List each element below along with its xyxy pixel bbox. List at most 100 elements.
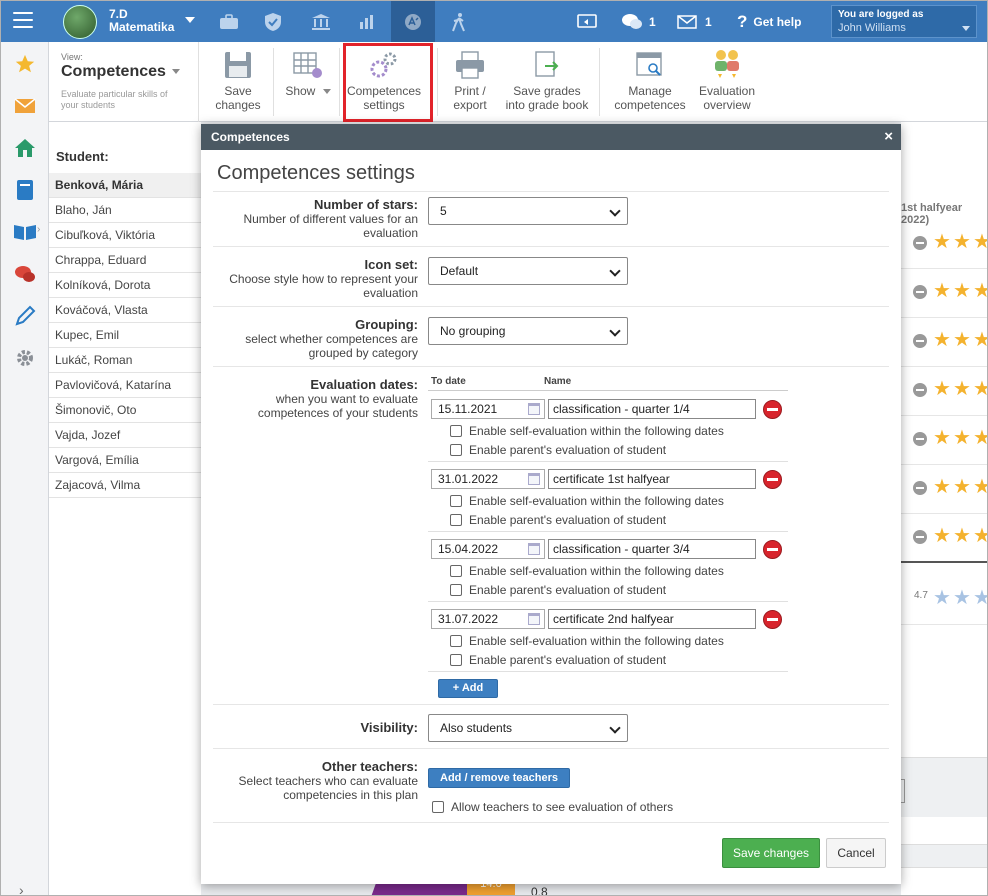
rating-row[interactable]: ★★★ xyxy=(901,270,987,318)
date-field[interactable]: 31.07.2022 xyxy=(431,609,545,629)
calendar-icon[interactable] xyxy=(528,543,540,555)
gear-icon[interactable] xyxy=(13,346,37,370)
delete-icon[interactable] xyxy=(763,470,782,489)
get-help-button[interactable]: ? Get help xyxy=(737,1,801,42)
student-item[interactable]: Šimonovič, Oto xyxy=(49,398,201,423)
date-name-field[interactable]: classification - quarter 1/4 xyxy=(548,399,756,419)
class-selector[interactable]: 7.D Matematika xyxy=(109,8,174,34)
rating-row[interactable]: ★★★ xyxy=(901,466,987,514)
menu-icon[interactable] xyxy=(13,12,33,28)
view-label: View: xyxy=(61,52,83,62)
minus-icon xyxy=(913,334,927,348)
mail-button[interactable]: 1 xyxy=(677,1,712,42)
stars-label: Number of stars: Number of different val… xyxy=(243,197,418,240)
add-remove-teachers-button[interactable]: Add / remove teachers xyxy=(428,768,570,788)
expand-nav-icon[interactable]: › xyxy=(19,882,24,895)
chevron-down-icon[interactable] xyxy=(185,17,195,23)
star-icon: ★ xyxy=(933,231,951,253)
mail-icon[interactable] xyxy=(13,94,37,118)
dates-label: Evaluation dates: when you want to evalu… xyxy=(257,377,418,420)
user-menu[interactable]: You are logged as John Williams xyxy=(831,5,977,38)
competences-settings-dialog: Competences × Competences settings Numbe… xyxy=(201,124,901,884)
dialog-header: Competences × xyxy=(201,124,901,150)
grid-control[interactable] xyxy=(901,779,905,803)
date-name-field[interactable]: classification - quarter 3/4 xyxy=(548,539,756,559)
institution-icon[interactable] xyxy=(299,1,343,42)
student-item[interactable]: Blaho, Ján xyxy=(49,198,201,223)
save-changes-button[interactable]: Save changes xyxy=(722,838,820,868)
student-item[interactable]: Cibuľková, Viktória xyxy=(49,223,201,248)
bar-chart-icon[interactable] xyxy=(345,1,389,42)
class-avatar[interactable] xyxy=(63,5,97,39)
rating-row[interactable]: ★★★ xyxy=(901,319,987,367)
notebook-icon[interactable] xyxy=(13,178,37,202)
date-field[interactable]: 15.04.2022 xyxy=(431,539,545,559)
star-icon: ★ xyxy=(973,588,987,608)
calendar-icon[interactable] xyxy=(528,403,540,415)
delete-icon[interactable] xyxy=(763,610,782,629)
date-name-field[interactable]: certificate 2nd halfyear xyxy=(548,609,756,629)
stars-select[interactable]: 5 xyxy=(428,197,628,225)
favorites-star-icon[interactable] xyxy=(13,52,37,76)
date-field[interactable]: 15.11.2021 xyxy=(431,399,545,419)
col-name: Name xyxy=(544,376,572,387)
rating-row[interactable]: ★★★ xyxy=(901,221,987,269)
add-date-button[interactable]: + Add xyxy=(438,679,498,698)
delete-icon[interactable] xyxy=(763,540,782,559)
star-icon: ★ xyxy=(973,428,987,448)
rating-row[interactable]: ★★★ xyxy=(901,368,987,416)
grouping-select[interactable]: No grouping xyxy=(428,317,628,345)
view-selector[interactable]: View: Competences Evaluate particular sk… xyxy=(49,42,199,122)
walking-person-icon[interactable] xyxy=(437,1,481,42)
student-item[interactable]: Pavlovičová, Katarína xyxy=(49,373,201,398)
home-icon[interactable] xyxy=(13,136,37,160)
minus-icon xyxy=(913,383,927,397)
student-item[interactable]: Lukáč, Roman xyxy=(49,348,201,373)
save-grades-tool[interactable]: Save grades into grade book xyxy=(501,42,593,122)
pencil-icon[interactable] xyxy=(13,304,37,328)
floppy-disk-icon xyxy=(209,42,267,80)
screen-share-button[interactable] xyxy=(577,1,597,42)
date-row: 15.11.2021 classification - quarter 1/4 … xyxy=(428,392,788,462)
shield-icon[interactable] xyxy=(251,1,295,42)
iconset-select[interactable]: Default xyxy=(428,257,628,285)
people-icon xyxy=(695,42,759,80)
student-item[interactable]: Vajda, Jozef xyxy=(49,423,201,448)
student-item[interactable]: Zajacová, Vilma xyxy=(49,473,201,498)
delete-icon[interactable] xyxy=(763,400,782,419)
date-row: 15.04.2022 classification - quarter 3/4 … xyxy=(428,532,788,602)
app-window: 7.D Matematika 1 1 ? Get help You are lo… xyxy=(0,0,988,896)
manage-competences-tool[interactable]: Manage competences xyxy=(609,42,691,122)
minus-icon xyxy=(913,285,927,299)
evaluation-grid-peek: 1st halfyear2022) ★★★ ★★★ ★★★ ★★★ ★★★ ★★… xyxy=(901,122,987,895)
student-item[interactable]: Kováčová, Vlasta xyxy=(49,298,201,323)
visibility-select[interactable]: Also students xyxy=(428,714,628,742)
star-icon: ★ xyxy=(933,378,951,400)
competences-tab-icon[interactable] xyxy=(391,1,435,42)
close-icon[interactable]: × xyxy=(884,124,893,150)
star-icon: ★ xyxy=(953,378,971,400)
cancel-button[interactable]: Cancel xyxy=(826,838,886,868)
student-item[interactable]: Kolníková, Dorota xyxy=(49,273,201,298)
save-changes-tool[interactable]: Save changes xyxy=(209,42,267,122)
student-item[interactable]: Benková, Mária xyxy=(49,173,201,198)
print-export-tool[interactable]: Print / export xyxy=(443,42,497,122)
briefcase-icon[interactable] xyxy=(207,1,251,42)
student-item[interactable]: Vargová, Emília xyxy=(49,448,201,473)
open-book-icon[interactable]: › xyxy=(13,220,40,244)
date-name-field[interactable]: certificate 1st halfyear xyxy=(548,469,756,489)
messages-button[interactable]: 1 xyxy=(621,1,656,42)
discussion-icon[interactable] xyxy=(13,262,37,286)
student-item[interactable]: Kupec, Emil xyxy=(49,323,201,348)
dialog-title: Competences settings xyxy=(217,162,415,184)
student-item[interactable]: Chrappa, Eduard xyxy=(49,248,201,273)
rating-row[interactable]: ★★★ xyxy=(901,417,987,465)
evaluation-overview-tool[interactable]: Evaluation overview xyxy=(695,42,759,122)
rating-row[interactable]: ★★★ xyxy=(901,515,987,563)
date-field[interactable]: 31.01.2022 xyxy=(431,469,545,489)
view-description: Evaluate particular skills of your stude… xyxy=(61,89,168,110)
calendar-icon[interactable] xyxy=(528,613,540,625)
show-tool[interactable]: Show xyxy=(281,42,335,122)
left-nav: › › xyxy=(1,42,49,895)
calendar-icon[interactable] xyxy=(528,473,540,485)
